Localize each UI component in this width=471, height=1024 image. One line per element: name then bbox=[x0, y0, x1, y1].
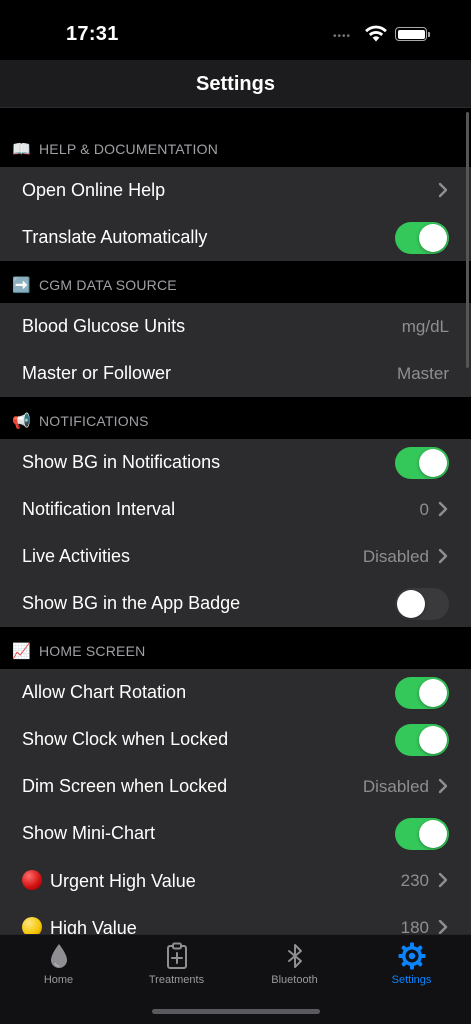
toggle-knob bbox=[419, 726, 447, 754]
toggle-knob bbox=[397, 590, 425, 618]
tab-label: Treatments bbox=[148, 974, 205, 986]
row-label: Master or Follower bbox=[22, 363, 172, 383]
tab-home[interactable]: Home bbox=[0, 935, 117, 995]
show-clock-locked-toggle[interactable] bbox=[395, 724, 449, 756]
row-label: Translate Automatically bbox=[22, 227, 208, 247]
row-value: mg/dL bbox=[401, 317, 449, 336]
wifi-icon bbox=[365, 25, 387, 42]
row-label: Show Mini-Chart bbox=[22, 823, 156, 843]
high-value-row[interactable]: High Value 180 bbox=[0, 904, 471, 934]
home-indicator[interactable] bbox=[152, 1009, 320, 1014]
status-time: 17:31 bbox=[66, 23, 119, 45]
tab-label: Settings bbox=[391, 974, 432, 986]
row-label: Urgent High Value bbox=[22, 870, 196, 892]
toggle-knob bbox=[419, 449, 447, 477]
gear-icon bbox=[398, 942, 425, 970]
drop-icon bbox=[50, 944, 67, 968]
chevron-right-icon bbox=[437, 778, 449, 794]
show-bg-app-badge-toggle[interactable] bbox=[395, 588, 449, 620]
megaphone-icon: 📢 bbox=[12, 413, 31, 430]
show-bg-notifications-toggle[interactable] bbox=[395, 447, 449, 479]
chevron-right-icon bbox=[437, 548, 449, 564]
row-value: 0 bbox=[419, 500, 429, 519]
toggle-knob bbox=[419, 224, 447, 252]
dim-screen-locked-row[interactable]: Dim Screen when Locked Disabled bbox=[0, 763, 471, 810]
translate-automatically-toggle[interactable] bbox=[395, 222, 449, 254]
chevron-right-icon bbox=[437, 919, 449, 934]
section-header-home-screen: 📈 HOME SCREEN bbox=[0, 627, 471, 669]
section-label: NOTIFICATIONS bbox=[39, 413, 149, 429]
section-header-notifications: 📢 NOTIFICATIONS bbox=[0, 397, 471, 439]
row-value: 230 bbox=[400, 871, 429, 890]
allow-chart-rotation-row: Allow Chart Rotation bbox=[0, 669, 471, 716]
open-online-help-row[interactable]: Open Online Help bbox=[0, 167, 471, 214]
section-label: CGM DATA SOURCE bbox=[39, 277, 177, 293]
toggle-knob bbox=[419, 679, 447, 707]
urgent-high-value-row[interactable]: Urgent High Value 230 bbox=[0, 857, 471, 904]
row-label: Notification Interval bbox=[22, 499, 176, 519]
chevron-right-icon bbox=[437, 872, 449, 888]
row-label: Blood Glucose Units bbox=[22, 316, 186, 336]
row-label: Allow Chart Rotation bbox=[22, 682, 187, 702]
notification-interval-row[interactable]: Notification Interval 0 bbox=[0, 486, 471, 533]
section-header-help: 📖 HELP & DOCUMENTATION bbox=[0, 108, 471, 167]
bluetooth-icon bbox=[287, 944, 302, 968]
row-value: Disabled bbox=[362, 547, 429, 566]
show-mini-chart-toggle[interactable] bbox=[395, 818, 449, 850]
show-bg-notifications-row: Show BG in Notifications bbox=[0, 439, 471, 486]
tab-label: Home bbox=[43, 974, 74, 986]
tab-bluetooth[interactable]: Bluetooth bbox=[236, 935, 353, 995]
scroll-indicator[interactable] bbox=[466, 112, 469, 368]
red-circle-icon bbox=[22, 870, 42, 890]
settings-list[interactable]: 📖 HELP & DOCUMENTATION Open Online Help … bbox=[0, 108, 471, 934]
yellow-circle-icon bbox=[22, 917, 42, 934]
row-value: Master bbox=[397, 364, 449, 383]
show-mini-chart-row: Show Mini-Chart bbox=[0, 810, 471, 857]
row-label: Show Clock when Locked bbox=[22, 729, 229, 749]
cellular-signal-icon: •••• bbox=[333, 31, 352, 42]
status-bar: 17:31 •••• bbox=[0, 0, 471, 60]
row-label-text: High Value bbox=[50, 918, 137, 934]
chevron-right-icon bbox=[437, 501, 449, 517]
row-label: Show BG in Notifications bbox=[22, 452, 221, 472]
row-value: 180 bbox=[400, 918, 429, 934]
tab-settings[interactable]: Settings bbox=[353, 935, 470, 995]
chevron-right-icon bbox=[437, 182, 449, 198]
navigation-bar: Settings bbox=[0, 60, 471, 108]
live-activities-row[interactable]: Live Activities Disabled bbox=[0, 533, 471, 580]
row-label: High Value bbox=[22, 917, 137, 934]
allow-chart-rotation-toggle[interactable] bbox=[395, 677, 449, 709]
row-label: Live Activities bbox=[22, 546, 131, 566]
row-label-text: Urgent High Value bbox=[50, 871, 196, 891]
row-label: Open Online Help bbox=[22, 180, 166, 200]
translate-automatically-row: Translate Automatically bbox=[0, 214, 471, 261]
row-label: Show BG in the App Badge bbox=[22, 593, 241, 613]
page-title: Settings bbox=[196, 73, 275, 95]
section-header-cgm: ➡️ CGM DATA SOURCE bbox=[0, 261, 471, 303]
blood-glucose-units-row[interactable]: Blood Glucose Units mg/dL bbox=[0, 303, 471, 350]
tab-treatments[interactable]: Treatments bbox=[118, 935, 235, 995]
show-clock-locked-row: Show Clock when Locked bbox=[0, 716, 471, 763]
tab-bar: Home Treatments Bluetooth Settings bbox=[0, 934, 471, 1024]
section-label: HELP & DOCUMENTATION bbox=[39, 141, 219, 157]
section-label: HOME SCREEN bbox=[39, 643, 146, 659]
row-label: Dim Screen when Locked bbox=[22, 776, 228, 796]
tab-label: Bluetooth bbox=[271, 974, 318, 986]
toggle-knob bbox=[419, 820, 447, 848]
show-bg-app-badge-row: Show BG in the App Badge bbox=[0, 580, 471, 627]
book-icon: 📖 bbox=[12, 141, 31, 158]
chart-icon: 📈 bbox=[12, 643, 31, 660]
row-value: Disabled bbox=[362, 777, 429, 796]
clipboard-plus-icon bbox=[166, 942, 187, 969]
master-or-follower-row[interactable]: Master or Follower Master bbox=[0, 350, 471, 397]
battery-icon bbox=[395, 27, 430, 41]
arrow-right-icon: ➡️ bbox=[12, 277, 31, 294]
